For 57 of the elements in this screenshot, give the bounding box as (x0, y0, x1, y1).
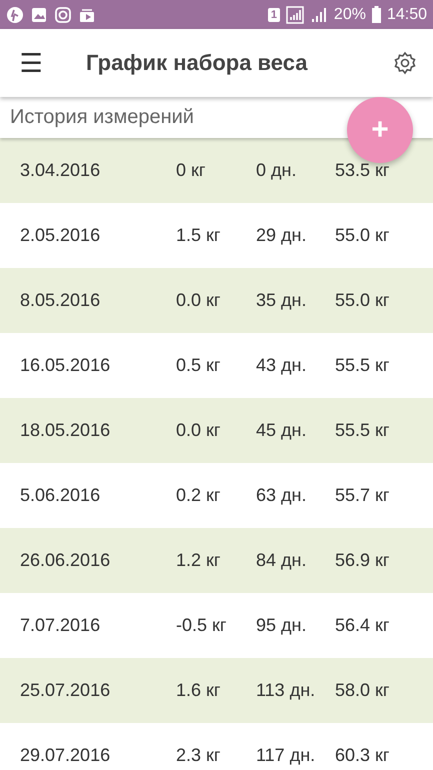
days-cell-text: 84 дн. (256, 550, 308, 571)
weight-cell-text: 55.5 кг (335, 355, 390, 376)
change-cell-text: -0.5 кг (176, 615, 228, 636)
history-row[interactable]: 26.06.2016 1.2 кг 84 дн. 56.9 кг (0, 528, 433, 593)
weight-cell-text: 55.0 кг (335, 225, 390, 246)
change-cell-text: 1.2 кг (176, 550, 222, 571)
date-cell-text: 18.05.2016 (20, 420, 112, 441)
days-cell-text: 63 дн. (256, 485, 308, 506)
weight-cell-text: 56.9 кг (335, 550, 390, 571)
camera-icon (54, 6, 72, 24)
days-cell-text: 43 дн. (256, 355, 308, 376)
change-cell-text: 0 кг (176, 160, 206, 181)
signal-icon (286, 6, 304, 24)
image-icon (30, 6, 48, 24)
date-cell-text: 25.07.2016 (20, 680, 112, 701)
weight-cell-text: 55.7 кг (335, 485, 390, 506)
weight-cell-text: 56.4 кг (335, 615, 390, 636)
app-title: График набора веса (86, 50, 309, 76)
date-cell-text: 16.05.2016 (20, 355, 112, 376)
section-title: История измерений (10, 106, 194, 129)
change-cell-text: 0.2 кг (176, 485, 222, 506)
days-cell-text: 29 дн. (256, 225, 308, 246)
history-row[interactable]: 18.05.2016 0.0 кг 45 дн. 55.5 кг (0, 398, 433, 463)
date-cell-text: 3.04.2016 (20, 160, 102, 181)
settings-icon[interactable] (393, 51, 417, 75)
days-cell-text: 113 дн. (256, 680, 316, 701)
days-cell-text: 117 дн. (256, 745, 316, 766)
date-cell-text: 2.05.2016 (20, 225, 102, 246)
change-cell-text: 0.0 кг (176, 420, 222, 441)
history-row[interactable]: 8.05.2016 0.0 кг 35 дн. 55.0 кг (0, 268, 433, 333)
change-cell-text: 0.5 кг (176, 355, 222, 376)
weight-cell-text: 55.5 кг (335, 420, 390, 441)
days-cell-text: 95 дн. (256, 615, 308, 636)
change-cell-text: 1.5 кг (176, 225, 222, 246)
date-cell-text: 8.05.2016 (20, 290, 102, 311)
weight-cell-text: 60.3 кг (335, 745, 390, 766)
weight-cell-text: 53.5 кг (335, 160, 390, 181)
signal-icon (310, 6, 328, 24)
date-cell-text: 5.06.2016 (20, 485, 102, 506)
date-cell-text: 7.07.2016 (20, 615, 102, 636)
history-row[interactable]: 3.04.2016 0 кг 0 дн. 53.5 кг (0, 138, 433, 203)
sim-badge: 1 (268, 8, 280, 22)
weight-cell-text: 58.0 кг (335, 680, 390, 701)
change-cell-text: 1.6 кг (176, 680, 222, 701)
weight-cell-text: 55.0 кг (335, 290, 390, 311)
days-cell-text: 45 дн. (256, 420, 308, 441)
menu-button[interactable]: ☰ (16, 50, 46, 76)
days-cell-text: 0 дн. (256, 160, 298, 181)
change-cell-text: 2.3 кг (176, 745, 222, 766)
clock: 14:50 (386, 6, 427, 24)
battery-level: 20% (334, 6, 366, 24)
days-cell-text: 35 дн. (256, 290, 308, 311)
change-cell-text: 0.0 кг (176, 290, 222, 311)
date-cell-text: 26.06.2016 (20, 550, 112, 571)
history-row[interactable]: 25.07.2016 1.6 кг 113 дн. 58.0 кг (0, 658, 433, 723)
date-cell-text: 29.07.2016 (20, 745, 112, 766)
battery-icon (372, 6, 381, 23)
